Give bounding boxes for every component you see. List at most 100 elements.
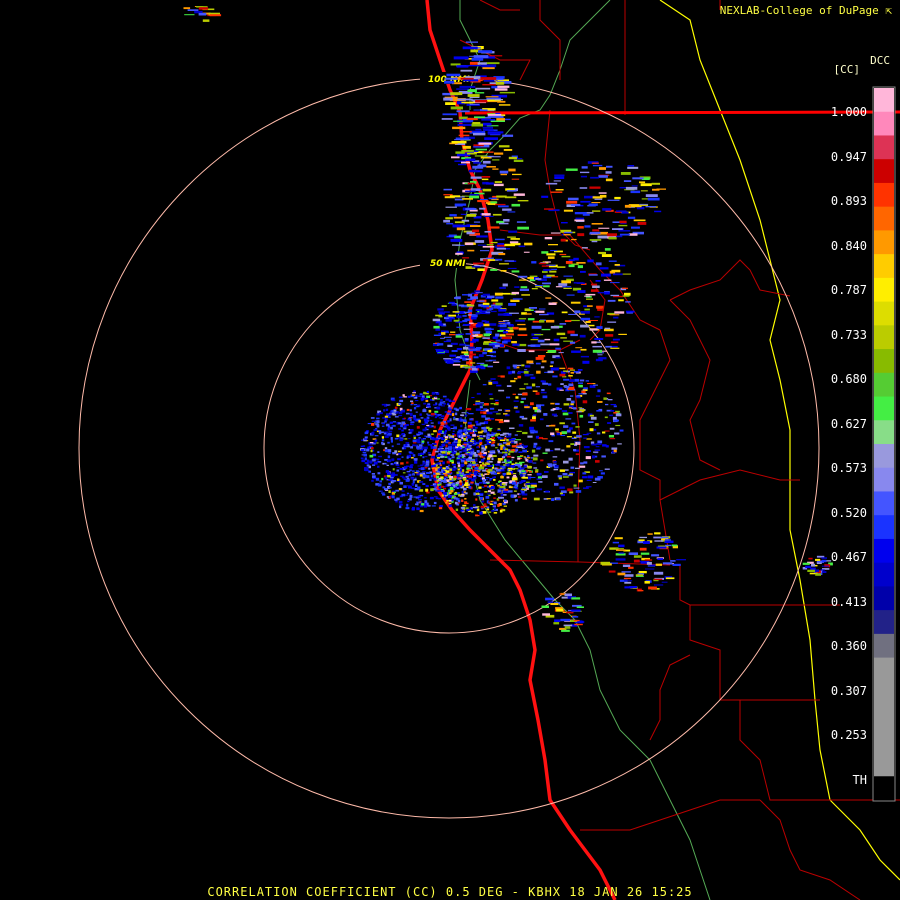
radar-echo-gate bbox=[381, 425, 385, 427]
radar-echo-gate bbox=[376, 413, 380, 416]
radar-echo-gate bbox=[481, 427, 486, 430]
radar-echo-gate bbox=[470, 474, 474, 476]
radar-echo-gate bbox=[434, 416, 438, 419]
radar-echo-gate bbox=[364, 436, 368, 439]
radar-echo-gate bbox=[381, 436, 384, 439]
radar-echo-gate bbox=[418, 419, 421, 423]
radar-echo-gate bbox=[559, 323, 567, 325]
radar-echo-gate bbox=[562, 473, 568, 476]
radar-echo-gate bbox=[422, 474, 427, 477]
radar-echo-gate bbox=[531, 449, 536, 453]
radar-echo-gate bbox=[443, 340, 451, 343]
radar-echo-gate bbox=[506, 366, 511, 370]
radar-echo-gate bbox=[555, 402, 560, 405]
radar-echo-gate bbox=[442, 395, 447, 398]
radar-echo-gate bbox=[533, 497, 540, 501]
radar-echo-gate bbox=[412, 506, 415, 510]
radar-echo-gate bbox=[493, 347, 498, 349]
radar-echo-gate bbox=[502, 331, 508, 334]
radar-echo-gate bbox=[466, 303, 472, 306]
radar-echo-gate bbox=[474, 430, 478, 432]
radar-echo-gate bbox=[518, 327, 527, 331]
radar-echo-gate bbox=[571, 238, 577, 241]
radar-echo-gate bbox=[621, 287, 628, 289]
radar-echo-gate bbox=[371, 420, 376, 422]
radar-echo-gate bbox=[443, 219, 450, 223]
radar-echo-gate bbox=[811, 563, 816, 567]
color-scale-swatch bbox=[874, 681, 894, 706]
radar-echo-gate bbox=[529, 275, 538, 277]
radar-echo-gate bbox=[449, 354, 457, 357]
radar-echo-gate bbox=[484, 465, 487, 467]
radar-echo-gate bbox=[436, 475, 440, 479]
radar-echo-gate bbox=[377, 472, 381, 475]
radar-echo-gate bbox=[390, 439, 393, 443]
radar-echo-gate bbox=[454, 434, 457, 437]
radar-echo-gate bbox=[467, 469, 472, 472]
radar-echo-gate bbox=[440, 456, 445, 458]
radar-echo-gate bbox=[580, 270, 586, 273]
radar-echo-gate bbox=[598, 227, 610, 229]
radar-echo-gate bbox=[438, 460, 443, 462]
radar-echo-gate bbox=[449, 333, 456, 336]
radar-echo-gate bbox=[589, 328, 598, 331]
radar-echo-gate bbox=[585, 450, 591, 452]
radar-echo-gate bbox=[541, 195, 549, 198]
radar-echo-gate bbox=[511, 456, 515, 459]
radar-echo-gate bbox=[511, 482, 517, 485]
radar-echo-gate bbox=[570, 400, 575, 404]
radar-echo-gate bbox=[575, 453, 580, 456]
radar-echo-gate bbox=[408, 432, 411, 434]
radar-echo-gate bbox=[476, 446, 480, 449]
radar-echo-gate bbox=[573, 487, 580, 489]
radar-echo-gate bbox=[665, 577, 675, 580]
radar-echo-gate bbox=[654, 210, 662, 213]
radar-echo-gate bbox=[618, 333, 627, 335]
radar-echo-gate bbox=[414, 459, 417, 461]
radar-echo-gate bbox=[461, 412, 466, 414]
radar-echo-gate bbox=[533, 467, 538, 469]
radar-echo-gate bbox=[546, 253, 556, 256]
radar-echo-gate bbox=[407, 500, 410, 503]
radar-echo-gate bbox=[559, 469, 565, 472]
radar-echo-gate bbox=[466, 117, 478, 121]
radar-echo-gate bbox=[462, 469, 465, 472]
radar-echo-gate bbox=[503, 499, 507, 502]
radar-echo-gate bbox=[378, 431, 382, 435]
radar-echo-gate bbox=[502, 509, 506, 512]
radar-echo-gate bbox=[487, 465, 493, 467]
radar-echo-gate bbox=[486, 182, 494, 185]
radar-echo-gate bbox=[475, 498, 478, 501]
radar-echo-gate bbox=[455, 452, 460, 456]
radar-echo-gate bbox=[467, 425, 473, 428]
radar-echo-gate bbox=[469, 432, 474, 434]
radar-echo-gate bbox=[422, 409, 427, 413]
radar-echo-gate bbox=[512, 298, 523, 300]
radar-echo-gate bbox=[603, 279, 612, 281]
radar-echo-gate bbox=[431, 433, 434, 435]
radar-echo-gate bbox=[485, 360, 493, 362]
color-scale-swatch bbox=[874, 277, 894, 303]
radar-echo-gate bbox=[424, 446, 428, 450]
radar-echo-gate bbox=[547, 463, 552, 465]
radar-echo-gate bbox=[547, 350, 557, 353]
radar-echo-gate bbox=[573, 371, 580, 373]
radar-echo-gate bbox=[611, 269, 621, 273]
radar-echo-gate bbox=[550, 191, 563, 193]
radar-echo-gate bbox=[469, 103, 480, 105]
radar-echo-gate bbox=[544, 471, 549, 473]
radar-echo-gate bbox=[527, 474, 532, 476]
radar-echo-gate bbox=[505, 410, 511, 412]
radar-echo-gate bbox=[508, 230, 518, 233]
radar-echo-gate bbox=[390, 426, 393, 430]
radar-echo-gate bbox=[509, 427, 515, 429]
radar-echo-gate bbox=[503, 419, 510, 423]
radar-echo-gate bbox=[445, 316, 454, 318]
radar-echo-gate bbox=[550, 603, 559, 605]
radar-echo-gate bbox=[540, 391, 547, 394]
radar-echo-gate bbox=[518, 424, 524, 427]
radar-echo-gate bbox=[462, 504, 467, 507]
radar-echo-gate bbox=[451, 156, 460, 159]
radar-echo-gate bbox=[462, 315, 467, 317]
radar-echo-gate bbox=[585, 293, 596, 296]
